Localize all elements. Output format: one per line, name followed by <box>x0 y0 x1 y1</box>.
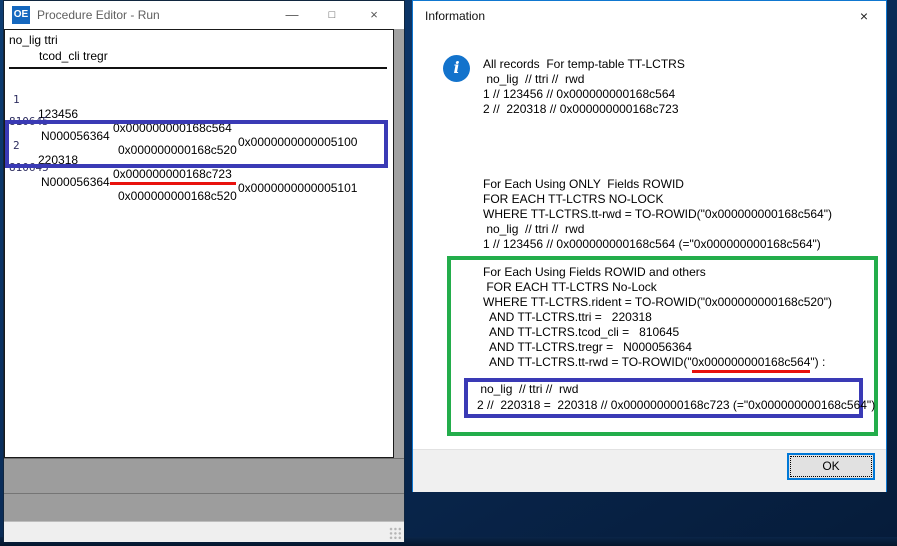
dialog-text-line: AND TT-LCTRS.ttri = 220318 <box>483 310 652 324</box>
record-row-2-detail: 810645 N000056364 0x000000000168c520 <box>5 147 237 203</box>
editor-titlebar[interactable]: OE Procedure Editor - Run — □ × <box>4 1 404 29</box>
dialog-text-line: WHERE TT-LCTRS.tt-rwd = TO-ROWID("0x0000… <box>483 207 832 221</box>
openedge-app-icon: OE <box>12 6 30 24</box>
record-row-1-detail: 810645 N000056364 0x000000000168c520 <box>5 101 237 157</box>
rident-value: 0x000000000168c520 <box>118 189 237 203</box>
rident-value: 0x000000000168c520 <box>118 143 237 157</box>
tregr-value: N000056364 <box>41 129 110 143</box>
minimize-button[interactable]: — <box>276 1 308 29</box>
editor-statusbar <box>4 521 404 542</box>
dialog-text-line: All records For temp-table TT-LCTRS <box>483 57 685 71</box>
dialog-text-line: AND TT-LCTRS.tregr = N000056364 <box>483 340 692 354</box>
procedure-editor-window: OE Procedure Editor - Run — □ × no_lig t… <box>3 0 405 542</box>
rowid-red-underlined: 0x000000000168c564 <box>691 355 811 373</box>
dialog-titlebar[interactable]: Information × <box>413 1 886 31</box>
text-prefix: AND TT-LCTRS.tt-rwd = TO-ROWID(" <box>483 355 692 369</box>
information-dialog: Information × i All records For temp-tab… <box>412 0 887 492</box>
dialog-text-line: 2 // 220318 // 0x000000000168c723 <box>483 102 679 116</box>
seq-value: 0x0000000000005100 <box>238 135 358 149</box>
dialog-text-line: FOR EACH TT-LCTRS NO-LOCK <box>483 192 664 206</box>
dialog-text-line: 1 // 123456 // 0x000000000168c564 (="0x0… <box>483 237 821 251</box>
tregr-value: N000056364 <box>41 175 110 189</box>
dialog-text-line: For Each Using ONLY Fields ROWID <box>483 177 684 191</box>
dialog-text-line: 1 // 123456 // 0x000000000168c564 <box>483 87 676 101</box>
rwd-value: 0x000000000168c564 <box>113 121 232 135</box>
editor-gray-panel-lower <box>4 493 404 521</box>
dialog-text-line-with-underline: AND TT-LCTRS.tt-rwd = TO-ROWID("0x000000… <box>483 355 826 373</box>
dialog-text-line: no_lig // ttri // rwd <box>483 222 585 236</box>
tcod-cli-value: 810645 <box>9 161 49 174</box>
rwd-value-red-underlined: 0x000000000168c723 <box>110 167 236 185</box>
column-header-line1: no_lig ttri <box>9 33 58 47</box>
dialog-text-line: AND TT-LCTRS.tcod_cli = 810645 <box>483 325 680 339</box>
resize-grip[interactable] <box>389 527 402 540</box>
dialog-text-line: no_lig // ttri // rwd <box>483 72 585 86</box>
editor-gray-panel-upper <box>4 458 404 493</box>
dialog-title: Information <box>425 9 486 23</box>
ok-button-label: OK <box>822 459 840 473</box>
column-header-line2: tcod_cli tregr <box>39 49 108 63</box>
seq-value: 0x0000000000005101 <box>238 181 358 195</box>
dialog-text-line: WHERE TT-LCTRS.rident = TO-ROWID("0x0000… <box>483 295 832 309</box>
result-value-line: 2 // 220318 = 220318 // 0x000000000168c7… <box>477 398 876 412</box>
ok-button[interactable]: OK <box>787 453 875 480</box>
dialog-close-icon[interactable]: × <box>846 1 882 31</box>
header-divider <box>9 67 387 69</box>
text-suffix: ") : <box>810 355 826 369</box>
editor-output-area[interactable]: no_lig ttri tcod_cli tregr 1 123456 0x00… <box>4 29 394 458</box>
close-button[interactable]: × <box>358 1 390 29</box>
dialog-text-line: For Each Using Fields ROWID and others <box>483 265 706 279</box>
editor-window-title: Procedure Editor - Run <box>37 8 160 22</box>
maximize-button[interactable]: □ <box>316 1 348 29</box>
record-row-2: 2 220318 0x000000000168c723 0x0000000000… <box>5 125 357 195</box>
record-row-1: 1 123456 0x000000000168c564 0x0000000000… <box>5 79 357 149</box>
result-header-line: no_lig // ttri // rwd <box>477 382 579 396</box>
info-icon: i <box>443 55 470 82</box>
dialog-text-line: FOR EACH TT-LCTRS No-Lock <box>483 280 657 294</box>
